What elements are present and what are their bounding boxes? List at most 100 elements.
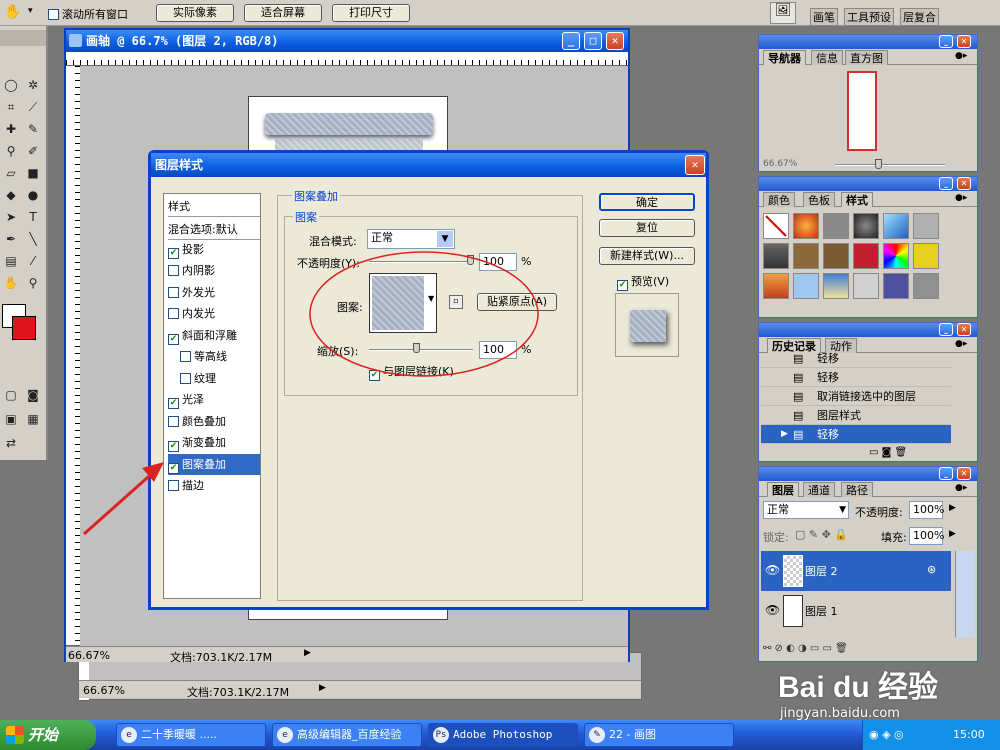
style-item[interactable]: ✔ 投影 [168, 239, 260, 260]
tab-info[interactable]: 信息 [811, 50, 843, 65]
fill-arrow-icon[interactable]: ▶ [949, 529, 956, 539]
style-swatch-none[interactable] [763, 213, 789, 239]
document-title-bar[interactable]: 画轴 @ 66.7% (图层 2, RGB/8) _ □ ✕ [66, 30, 628, 52]
close-icon[interactable]: ✕ [957, 467, 971, 480]
layer-opacity-input[interactable]: 100% [909, 501, 944, 519]
style-swatch[interactable] [823, 273, 849, 299]
style-item[interactable]: ✔ 渐变叠加 [168, 432, 260, 453]
eraser-tool-icon[interactable]: ▱ [2, 164, 20, 182]
actual-pixels-button[interactable]: 实际像素 [156, 4, 234, 22]
style-swatch[interactable] [883, 273, 909, 299]
minimize-icon[interactable]: _ [939, 35, 953, 48]
panel-title-bar[interactable]: _ ✕ [759, 467, 977, 481]
taskbar-item[interactable]: e 二十季暖暖 ..... [116, 723, 266, 747]
taskbar-item[interactable]: ✎ 22 - 画图 [584, 723, 734, 747]
close-icon[interactable]: ✕ [606, 32, 624, 50]
checkbox-icon[interactable] [168, 480, 179, 491]
checkbox-icon[interactable] [180, 351, 191, 362]
history-item[interactable]: ▤ 轻移 [761, 368, 951, 387]
eye-icon[interactable]: 👁 [765, 603, 780, 617]
minimize-icon[interactable]: _ [939, 467, 953, 480]
dodge-tool-icon[interactable]: ● [24, 186, 42, 204]
magic-wand-icon[interactable]: ✲ [24, 76, 42, 94]
style-item[interactable]: 内阴影 [168, 260, 260, 281]
quickmask-off-icon[interactable]: ▢ [2, 386, 20, 404]
style-item[interactable]: 描边 [168, 475, 260, 496]
checkbox-checked-icon[interactable]: ✔ [168, 398, 179, 409]
history-item[interactable]: ▤ 取消链接选中的图层 [761, 387, 951, 406]
layer-effects-icon[interactable]: ⊛ [927, 563, 936, 576]
slider-thumb[interactable] [467, 255, 474, 265]
new-preset-icon[interactable]: ▫ [449, 295, 463, 309]
style-item[interactable]: 纹理 [168, 368, 260, 389]
checkbox-checked-icon[interactable]: ✔ [168, 334, 179, 345]
eye-icon[interactable]: 👁 [765, 563, 780, 577]
style-swatch[interactable] [913, 213, 939, 239]
brush-tool-icon[interactable]: ✎ [24, 120, 42, 138]
layers-scrollbar[interactable] [955, 551, 975, 637]
tray-icons[interactable]: ◉ ◈ ◎ [869, 728, 904, 741]
tab-navigator[interactable]: 导航器 [763, 50, 806, 65]
blending-options-item[interactable]: 混合选项:默认 [168, 219, 260, 240]
snap-to-origin-button[interactable]: 贴紧原点(A) [477, 293, 557, 311]
scale-input[interactable]: 100 [479, 341, 517, 359]
history-actions-icons[interactable]: ▭ ◙ 🗑 [869, 447, 907, 458]
panel-menu-icon[interactable]: ●▸ [955, 339, 967, 349]
gradient-tool-icon[interactable]: ■ [24, 164, 42, 182]
zoom-tool-icon[interactable]: ⚲ [24, 274, 42, 292]
tab-tool-presets[interactable]: 工具预设 [844, 8, 894, 26]
style-swatch[interactable] [883, 213, 909, 239]
style-swatch[interactable] [793, 213, 819, 239]
screen-mode-icon[interactable]: ▣ [2, 410, 20, 428]
type-tool-icon[interactable]: T [24, 208, 42, 226]
print-size-button[interactable]: 打印尺寸 [332, 4, 410, 22]
slider-thumb[interactable] [413, 343, 420, 353]
path-select-icon[interactable]: ➤ [2, 208, 20, 226]
link-with-layer-checkbox[interactable]: ✔ 与图层链接(K) [369, 363, 454, 381]
chevron-down-icon[interactable]: ▼ [428, 294, 434, 303]
style-swatch[interactable] [883, 243, 909, 269]
minimize-icon[interactable]: _ [939, 177, 953, 190]
style-item[interactable]: 颜色叠加 [168, 411, 260, 432]
tab-histogram[interactable]: 直方图 [845, 50, 888, 65]
ok-button[interactable]: 确定 [599, 193, 695, 211]
fit-screen-button[interactable]: 适合屏幕 [244, 4, 322, 22]
quickmask-on-icon[interactable]: ◙ [24, 386, 42, 404]
tab-color[interactable]: 颜色 [763, 192, 795, 207]
history-item[interactable]: ▤ 图层样式 [761, 406, 951, 425]
panel-menu-icon[interactable]: ●▸ [955, 193, 967, 203]
tab-layers[interactable]: 图层 [767, 482, 799, 497]
checkbox-checked-icon[interactable]: ✔ [369, 370, 380, 381]
status-menu-arrow-icon[interactable]: ▶ [319, 683, 326, 693]
notes-tool-icon[interactable]: ▤ [2, 252, 20, 270]
checkbox-checked-icon[interactable]: ✔ [168, 441, 179, 452]
zoom-readout[interactable]: 66.67% [68, 649, 110, 662]
close-icon[interactable]: ✕ [957, 35, 971, 48]
blend-mode-select[interactable]: 正常 ▼ [367, 229, 455, 249]
start-button[interactable]: 开始 [0, 720, 96, 750]
history-item[interactable]: ▤ 轻移 [761, 349, 951, 368]
line-tool-icon[interactable]: ╲ [24, 230, 42, 248]
palette-well-icon[interactable]: 🖼 [770, 2, 796, 24]
style-swatch[interactable] [763, 273, 789, 299]
scale-slider[interactable] [369, 349, 473, 351]
opacity-arrow-icon[interactable]: ▶ [949, 503, 956, 513]
checkbox-checked-icon[interactable]: ✔ [168, 463, 179, 474]
style-swatch[interactable] [763, 243, 789, 269]
navigator-zoom-slider[interactable] [835, 164, 945, 166]
panel-title-bar[interactable]: _ ✕ [759, 35, 977, 49]
background-color-swatch[interactable] [12, 316, 36, 340]
minimize-icon[interactable]: _ [562, 32, 580, 50]
tab-brushes[interactable]: 画笔 [810, 8, 838, 26]
healing-brush-icon[interactable]: ✚ [2, 120, 20, 138]
dialog-title-bar[interactable]: 图层样式 ✕ [151, 153, 706, 177]
style-swatch[interactable] [913, 243, 939, 269]
history-item-selected[interactable]: ▶ ▤ 轻移 [761, 425, 951, 444]
status-menu-arrow-icon[interactable]: ▶ [304, 648, 311, 658]
style-item[interactable]: ✔ 斜面和浮雕 [168, 325, 260, 346]
eyedropper-icon[interactable]: ⁄ [24, 252, 42, 270]
chevron-down-icon[interactable]: ▾ [28, 6, 33, 16]
tab-channels[interactable]: 通道 [803, 482, 835, 497]
style-item[interactable]: 内发光 [168, 303, 260, 324]
hand-tool-icon[interactable]: ✋ [4, 4, 21, 20]
